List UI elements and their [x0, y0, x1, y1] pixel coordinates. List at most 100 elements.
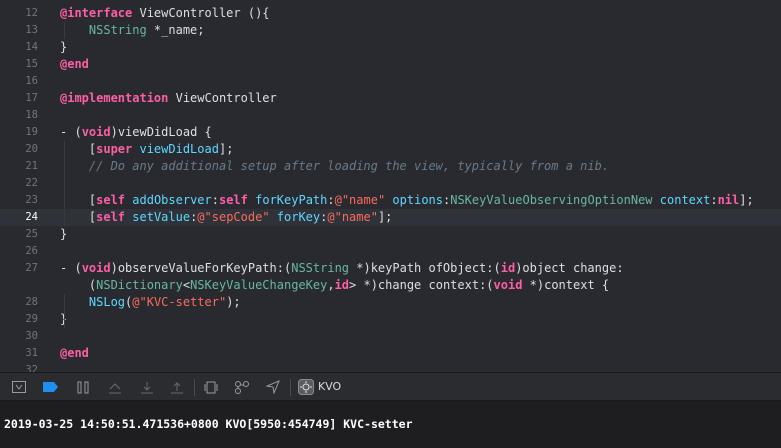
code-token: NSKeyValueObservingOptionNew — [450, 193, 653, 207]
code-token: [ — [60, 142, 97, 156]
indent-guide — [64, 22, 65, 39]
line-number[interactable]: 31 — [0, 345, 38, 362]
code-token: } — [60, 40, 68, 54]
line-number[interactable]: 20 — [0, 141, 38, 158]
code-line[interactable]: 12 @interface ViewController (){ — [0, 5, 781, 22]
code-token: < — [182, 278, 191, 292]
code-token: - ( — [60, 261, 82, 275]
code-line[interactable]: 25} — [0, 226, 781, 243]
line-number[interactable]: 29 — [0, 311, 38, 328]
code-token: self — [218, 193, 248, 207]
line-number[interactable]: 12 — [0, 5, 38, 22]
step-out-icon[interactable] — [168, 379, 186, 395]
line-number[interactable]: 18 — [0, 107, 38, 124]
line-number[interactable]: 23 — [0, 192, 38, 209]
code-line[interactable]: 19 - (void)viewDidLoad { — [0, 124, 781, 141]
code-token: ( — [60, 278, 97, 292]
code-line[interactable]: 27 - (void)observeValueForKeyPath:(NSStri… — [0, 260, 781, 277]
line-number[interactable]: 21 — [0, 158, 38, 175]
code-line[interactable]: 13 NSString *_name; — [0, 22, 781, 39]
line-number[interactable] — [0, 277, 38, 294]
code-token: )object change: — [515, 261, 624, 275]
code-line[interactable]: 28 NSLog(@"KVC-setter"); — [0, 294, 781, 311]
line-number[interactable]: 27 — [0, 260, 38, 277]
code-line[interactable]: 31 @end — [0, 345, 781, 362]
line-number[interactable]: 24 — [0, 209, 38, 226]
code-token: ViewController — [168, 91, 277, 105]
code-token: ); — [226, 295, 241, 309]
code-line[interactable]: 26 — [0, 243, 781, 260]
code-text: - (void)viewDidLoad { — [60, 124, 212, 141]
line-number[interactable]: 32 — [0, 362, 38, 372]
line-number[interactable]: 15 — [0, 56, 38, 73]
memory-graph-icon[interactable] — [233, 379, 251, 395]
code-line[interactable]: 14} — [0, 39, 781, 56]
code-token: self — [96, 193, 126, 207]
console-output-line: 2019-03-25 14:50:51.471536+0800 KVO[5950… — [4, 417, 413, 431]
line-number[interactable]: 30 — [0, 328, 38, 345]
code-token: void — [81, 261, 111, 275]
line-number[interactable]: 28 — [0, 294, 38, 311]
code-line[interactable]: 29} — [0, 311, 781, 328]
code-line[interactable]: 32 — [0, 362, 781, 372]
code-line[interactable]: 20 [super viewDidLoad]; — [0, 141, 781, 158]
code-text: @interface ViewController (){ — [60, 5, 270, 22]
code-token: @end — [60, 57, 89, 71]
breakpoints-icon[interactable] — [42, 379, 60, 395]
debug-target-label[interactable]: KVO — [318, 379, 341, 395]
code-line[interactable]: 21 // Do any additional setup after load… — [0, 158, 781, 175]
code-token: *_name; — [146, 23, 205, 37]
debug-console[interactable]: 2019-03-25 14:50:51.471536+0800 KVO[5950… — [0, 401, 781, 448]
code-text: @end — [60, 345, 89, 362]
code-token: > *)change context:( — [349, 278, 494, 292]
code-token: { — [262, 6, 270, 20]
code-line[interactable]: 15 @end — [0, 56, 781, 73]
code-line[interactable]: 23 [self addObserver:self forKeyPath:@"n… — [0, 192, 781, 209]
code-text: [super viewDidLoad]; — [60, 141, 234, 158]
code-line[interactable]: 16 — [0, 73, 781, 90]
code-token: ]; — [739, 193, 754, 207]
code-token: self — [96, 210, 126, 224]
code-token: @"name" — [334, 193, 386, 207]
code-token: id — [334, 278, 350, 292]
code-line[interactable]: 30 — [0, 328, 781, 345]
code-text: } — [60, 39, 67, 56]
line-number[interactable]: 17 — [0, 90, 38, 107]
code-line[interactable]: 22 — [0, 175, 781, 192]
code-token: void — [493, 278, 523, 292]
pause-icon[interactable] — [74, 379, 92, 395]
line-number[interactable]: 26 — [0, 243, 38, 260]
code-line[interactable]: (NSDictionary<NSKeyValueChangeKey,id> *)… — [0, 277, 781, 294]
code-token: )viewDidLoad { — [110, 125, 212, 139]
code-token: NSKeyValueChangeKey — [190, 278, 328, 292]
step-over-icon[interactable] — [106, 379, 124, 395]
line-number[interactable]: 16 — [0, 73, 38, 90]
source-editor[interactable]: 12 @interface ViewController (){13 NSStri… — [0, 0, 781, 372]
simulate-location-icon[interactable] — [264, 379, 282, 395]
line-number[interactable]: 19 — [0, 124, 38, 141]
code-token: ViewController () — [132, 6, 263, 20]
line-number[interactable]: 13 — [0, 22, 38, 39]
toolbar-separator — [290, 379, 291, 396]
app-target-icon[interactable] — [297, 379, 315, 395]
hide-debug-area-icon[interactable] — [10, 379, 28, 395]
code-token: void — [81, 125, 111, 139]
toolbar-separator — [194, 379, 195, 396]
code-token: ]; — [218, 142, 234, 156]
view-debugger-icon[interactable] — [202, 379, 220, 395]
code-line[interactable]: 24 [self setValue:@"sepCode" forKey:@"na… — [0, 209, 781, 226]
code-text: } — [60, 226, 67, 243]
line-number[interactable]: 14 — [0, 39, 38, 56]
code-token: forKey — [276, 210, 321, 224]
line-number[interactable]: 22 — [0, 175, 38, 192]
step-into-icon[interactable] — [138, 379, 156, 395]
code-token: nil — [717, 193, 740, 207]
code-line[interactable]: 17 @implementation ViewController — [0, 90, 781, 107]
code-token: forKeyPath — [255, 193, 328, 207]
code-token: setValue — [132, 210, 191, 224]
code-line[interactable]: 18 — [0, 107, 781, 124]
line-number[interactable]: 25 — [0, 226, 38, 243]
code-token: [ — [60, 193, 97, 207]
code-token: // Do any additional setup after loading… — [60, 159, 610, 173]
code-token: , — [327, 278, 335, 292]
